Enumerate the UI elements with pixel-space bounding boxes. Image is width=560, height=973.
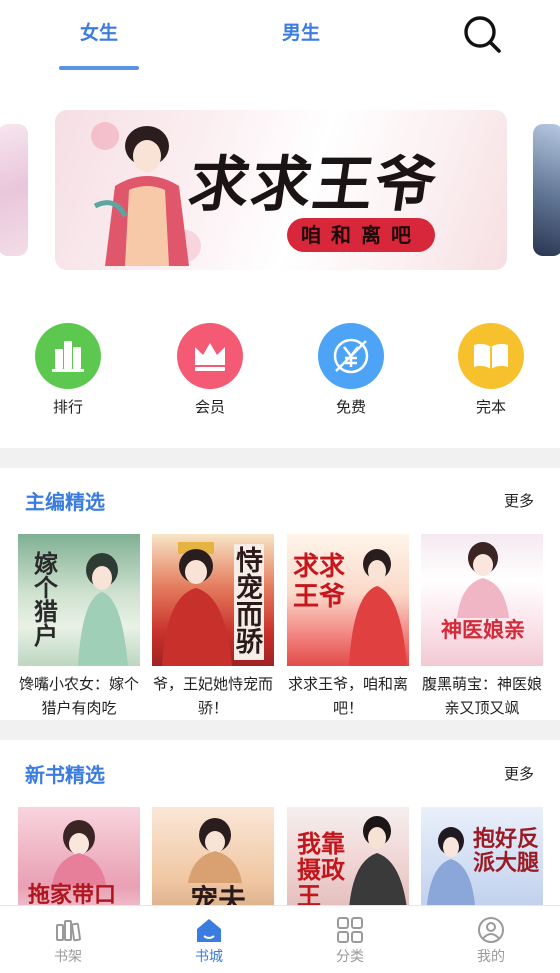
yen-icon	[318, 323, 384, 389]
book-card[interactable]: 嫁个猎户 馋嘴小农女：嫁个猎户有肉吃	[18, 534, 140, 720]
cover-figure	[162, 542, 232, 666]
book-card[interactable]: 神医娘亲 腹黑萌宝：神医娘亲又顶又飒	[421, 534, 543, 720]
cover-figure	[349, 816, 407, 909]
category-label: 免费	[335, 398, 366, 416]
book-cover: 恃宠而骄	[152, 534, 274, 666]
category-ranking[interactable]: 排行	[23, 323, 113, 417]
nav-label: 分类	[336, 949, 364, 965]
banner-illustration	[91, 122, 201, 266]
book-cover: 神医娘亲	[421, 534, 543, 666]
search-icon	[464, 16, 501, 53]
banner-carousel[interactable]: 求求王爷 咱和离吧	[0, 110, 560, 272]
book-card[interactable]: 恃宠而骄 爷，王妃她恃宠而骄！	[152, 534, 274, 720]
more-link-new-books[interactable]: 更多	[504, 763, 534, 784]
cover-figure	[78, 553, 128, 666]
cover-title-text: 神医娘亲	[441, 617, 525, 642]
book-title: 腹黑萌宝：神医娘亲又顶又飒	[421, 675, 542, 717]
category-label: 会员	[194, 398, 225, 416]
book-cover: 求求王爷	[287, 534, 409, 666]
category-completed[interactable]: 完本	[446, 323, 536, 417]
category-row: 排行 会员 免费 完本	[0, 323, 560, 423]
banner-subtitle: 咱和离吧	[287, 218, 435, 252]
nav-label: 我的	[477, 949, 505, 965]
home-icon	[197, 919, 221, 942]
category-label: 完本	[475, 398, 506, 416]
cover-title-text: 我靠摄政王	[297, 829, 345, 910]
cover-figure	[349, 549, 407, 666]
bookshelf-icon	[56, 920, 81, 942]
cover-title-text: 求求王爷	[293, 552, 346, 612]
nav-category[interactable]: 分类	[310, 916, 390, 966]
section-divider	[0, 720, 560, 740]
book-title: 爷，王妃她恃宠而骄！	[152, 675, 273, 717]
tab-male[interactable]: 男生	[251, 18, 351, 45]
cover-figure	[188, 818, 242, 883]
cover-title-text: 嫁个猎户	[34, 549, 58, 650]
cover-figure	[427, 827, 475, 905]
bottom-navigation: 书架 书城 分类 我的	[0, 905, 560, 973]
cover-figure	[457, 542, 509, 618]
nav-bookstore[interactable]: 书城	[169, 916, 249, 966]
book-icon	[458, 323, 524, 389]
more-link-editor-picks[interactable]: 更多	[504, 490, 534, 511]
ranking-icon	[35, 323, 101, 389]
book-title: 馋嘴小农女：嫁个猎户有肉吃	[18, 675, 139, 717]
section-divider	[0, 448, 560, 468]
category-label: 排行	[52, 398, 83, 416]
crown-icon	[177, 323, 243, 389]
profile-icon	[478, 917, 504, 943]
book-card[interactable]: 求求王爷 求求王爷，咱和离吧！	[287, 534, 409, 720]
cover-title-text: 拖家带口	[28, 882, 117, 908]
tab-female[interactable]: 女生	[49, 18, 149, 45]
cover-title-text: 恃宠而骄	[234, 544, 264, 660]
cover-figure	[52, 820, 106, 885]
search-button[interactable]	[460, 12, 504, 56]
active-tab-indicator	[59, 66, 139, 70]
section-title-new-books: 新书精选	[25, 763, 105, 787]
section-title-editor-picks: 主编精选	[25, 490, 105, 514]
carousel-next-card[interactable]	[533, 124, 560, 256]
grid-icon	[337, 917, 363, 943]
top-tab-bar: 女生 男生	[0, 0, 560, 72]
book-title: 求求王爷，咱和离吧！	[287, 675, 408, 717]
nav-profile[interactable]: 我的	[451, 916, 531, 966]
nav-label: 书架	[54, 949, 82, 965]
banner-title: 求求王爷	[184, 150, 443, 220]
carousel-prev-card[interactable]	[0, 124, 28, 256]
book-cover: 嫁个猎户	[18, 534, 140, 666]
nav-bookshelf[interactable]: 书架	[28, 916, 108, 966]
category-vip[interactable]: 会员	[165, 323, 255, 417]
nav-label: 书城	[195, 949, 223, 965]
banner-card[interactable]: 求求王爷 咱和离吧	[55, 110, 507, 270]
category-free[interactable]: 免费	[306, 323, 396, 417]
